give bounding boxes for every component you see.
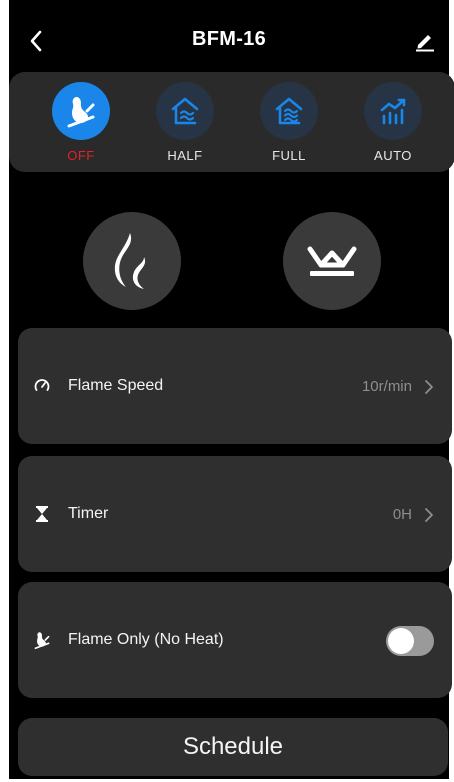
flame-speed-value: 10r/min bbox=[361, 378, 412, 395]
schedule-button[interactable]: Schedule bbox=[18, 718, 448, 776]
flame-off-icon bbox=[67, 97, 95, 128]
chevron-right-icon bbox=[425, 380, 433, 394]
mode-half-label: HALF bbox=[167, 148, 203, 163]
mode-full-label: FULL bbox=[272, 148, 306, 163]
timer-row[interactable]: Timer 0H bbox=[18, 456, 452, 572]
pencil-icon bbox=[416, 35, 434, 52]
mode-off[interactable]: OFF bbox=[41, 82, 121, 168]
mode-half[interactable]: HALF bbox=[145, 82, 225, 168]
flame-speed-row[interactable]: Flame Speed 10r/min bbox=[18, 328, 452, 444]
frame-left bbox=[0, 0, 9, 782]
mode-auto-circle bbox=[364, 82, 422, 140]
mode-off-circle bbox=[52, 82, 110, 140]
mode-full-circle bbox=[260, 82, 318, 140]
flame-button[interactable] bbox=[83, 212, 181, 310]
timer-value: 0H bbox=[392, 506, 412, 523]
flame-speed-label: Flame Speed bbox=[68, 377, 164, 394]
header: BFM-16 bbox=[9, 18, 449, 64]
edit-button[interactable] bbox=[411, 24, 439, 58]
mode-off-label: OFF bbox=[67, 148, 95, 163]
page-title: BFM-16 bbox=[191, 28, 267, 50]
mode-half-circle bbox=[156, 82, 214, 140]
timer-label: Timer bbox=[68, 505, 109, 522]
mode-full[interactable]: FULL bbox=[249, 82, 329, 168]
house-full-heat-icon bbox=[275, 97, 303, 125]
mode-auto-label: AUTO bbox=[374, 148, 412, 163]
flame-off-icon bbox=[32, 630, 52, 650]
crown-lamp-icon bbox=[307, 246, 357, 276]
chevron-right-icon bbox=[425, 508, 433, 522]
flame-only-row: Flame Only (No Heat) bbox=[18, 582, 452, 698]
speedometer-icon bbox=[32, 376, 52, 396]
toggle-knob bbox=[388, 628, 414, 654]
flame-icon bbox=[114, 233, 146, 289]
mode-auto[interactable]: AUTO bbox=[353, 82, 433, 168]
auto-chart-icon bbox=[380, 98, 406, 125]
flame-only-label: Flame Only (No Heat) bbox=[68, 631, 224, 648]
house-half-heat-icon bbox=[171, 97, 199, 125]
crown-light-button[interactable] bbox=[283, 212, 381, 310]
hourglass-icon bbox=[32, 504, 52, 524]
mode-selector: OFF HALF FULL AUTO bbox=[9, 72, 454, 172]
schedule-label: Schedule bbox=[182, 733, 284, 760]
flame-only-toggle[interactable] bbox=[386, 626, 434, 656]
